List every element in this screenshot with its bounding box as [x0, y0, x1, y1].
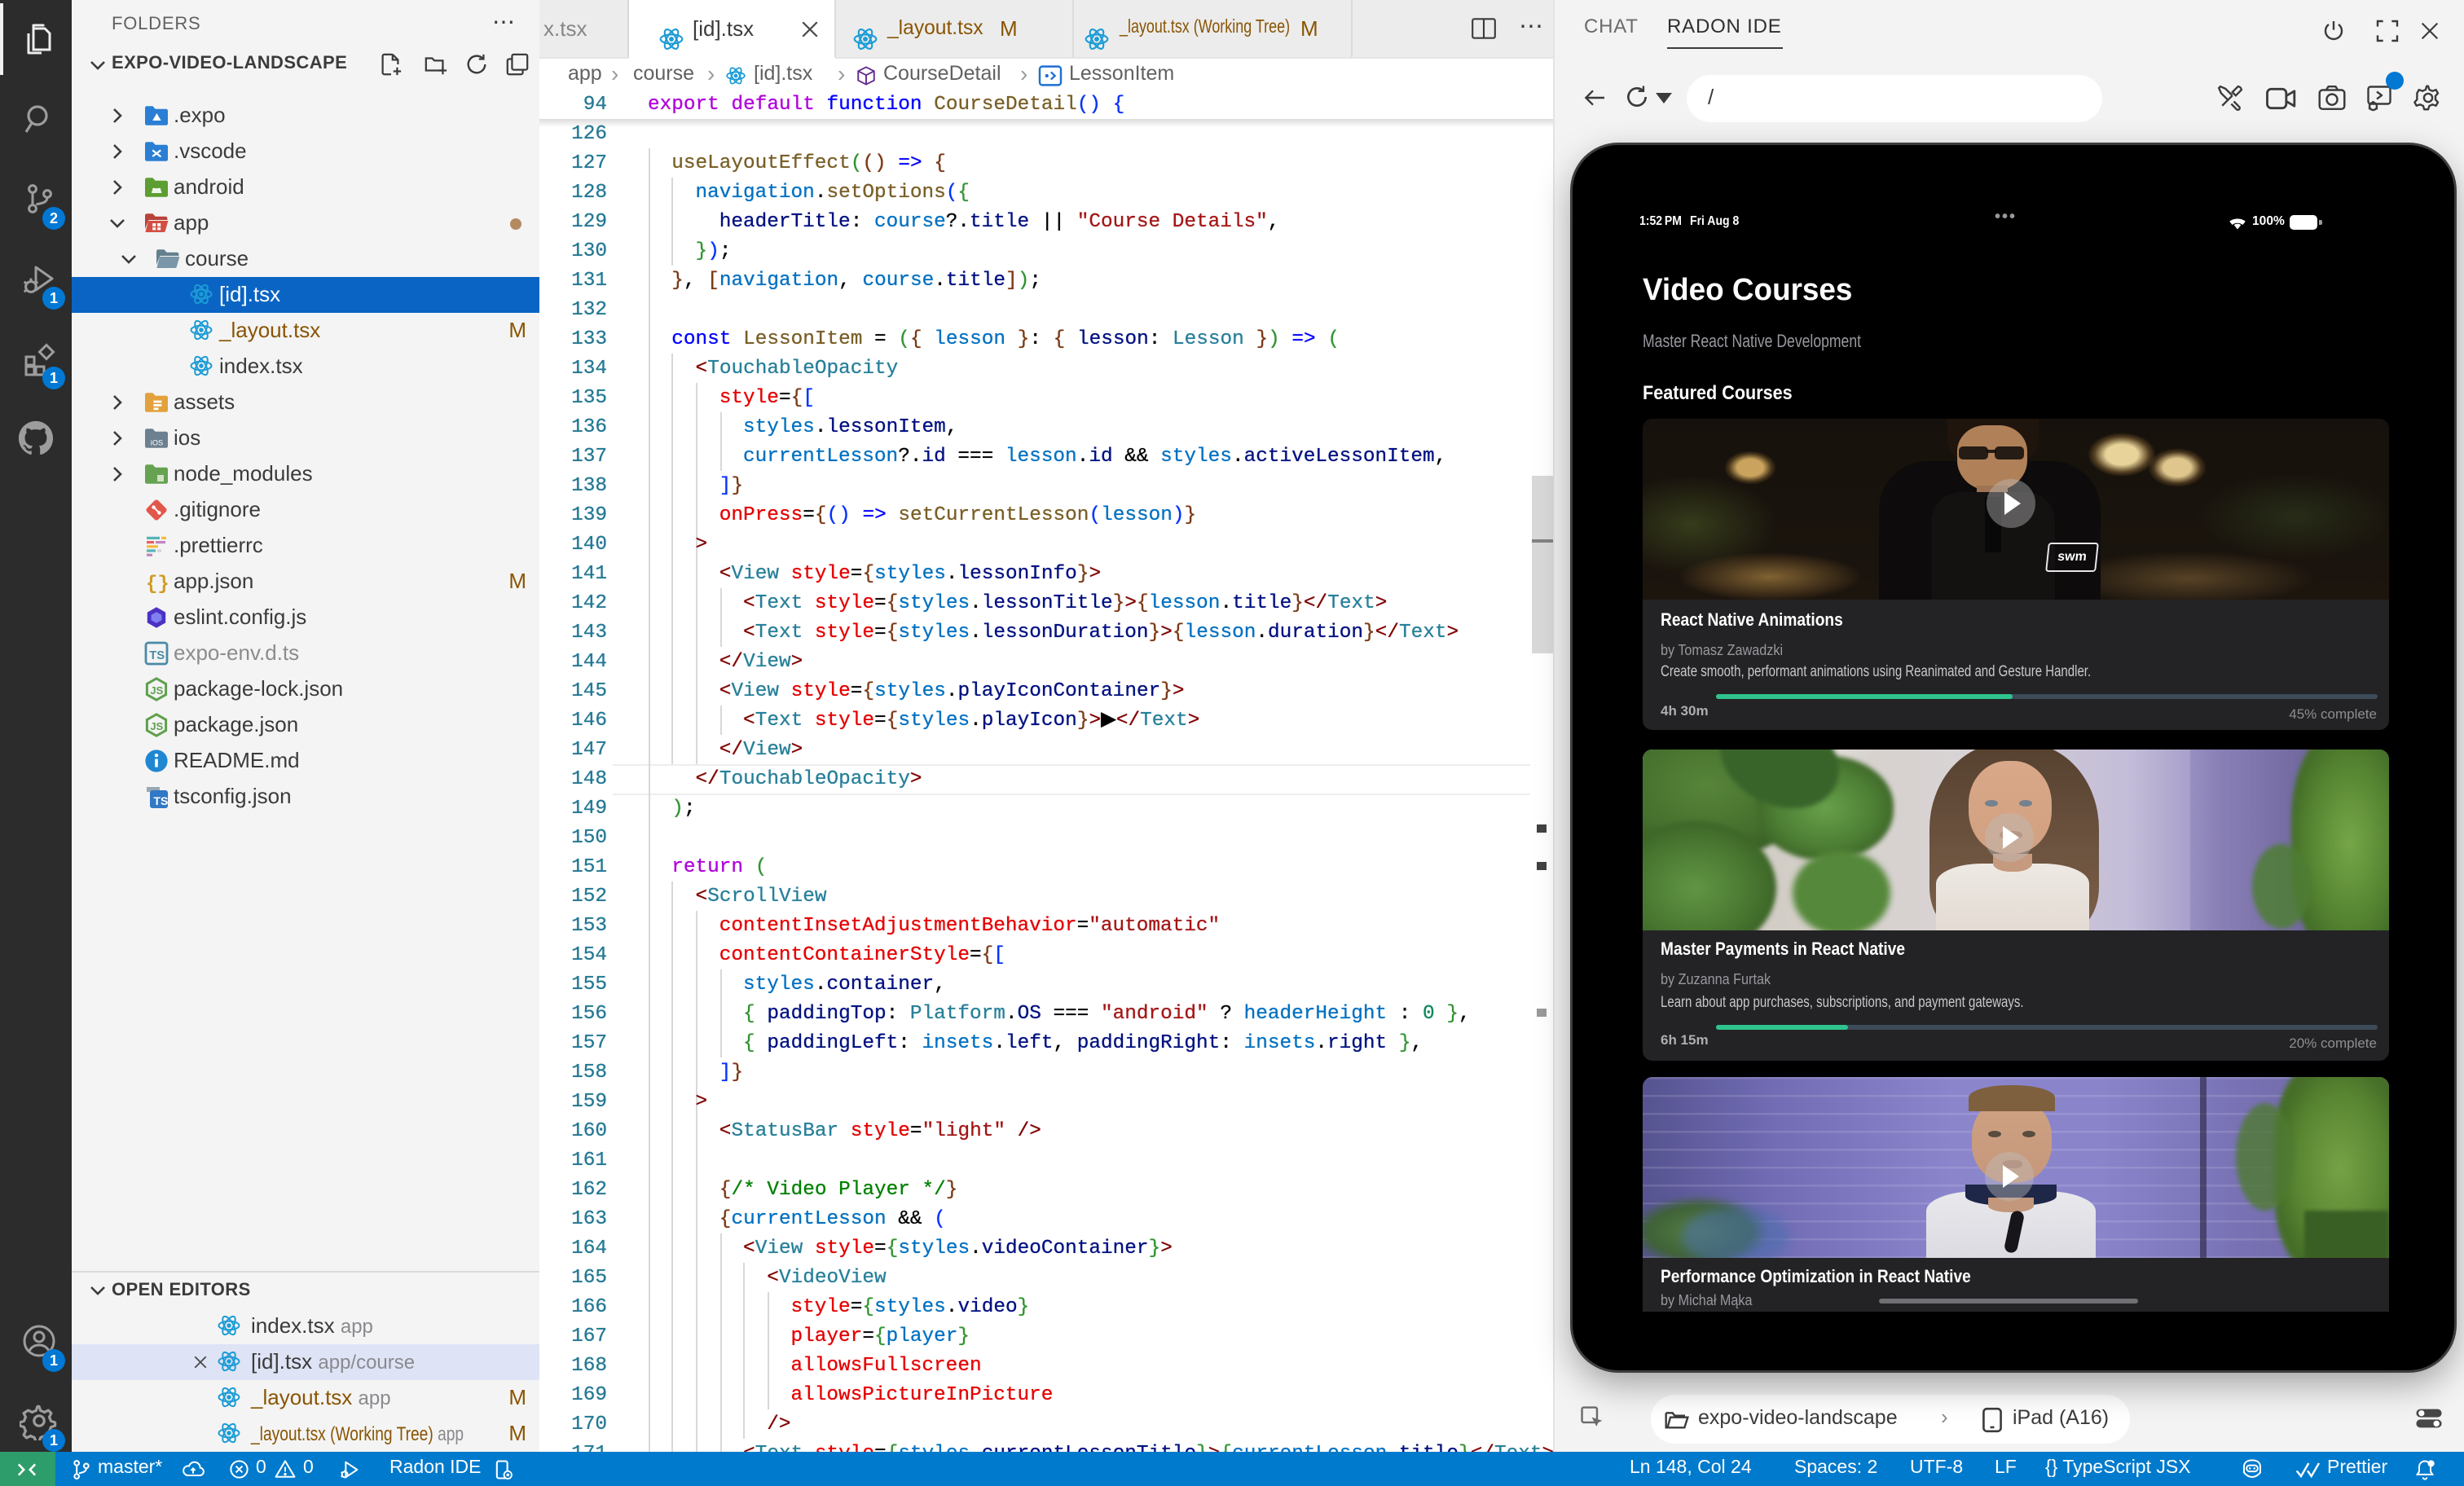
svg-text:iOS: iOS [151, 437, 163, 446]
svg-text:{}: {} [146, 573, 169, 594]
svg-text:TS: TS [153, 794, 168, 807]
svg-text:TS: TS [149, 648, 165, 662]
svg-text:JS: JS [150, 684, 163, 696]
svg-text:JS: JS [150, 719, 163, 732]
